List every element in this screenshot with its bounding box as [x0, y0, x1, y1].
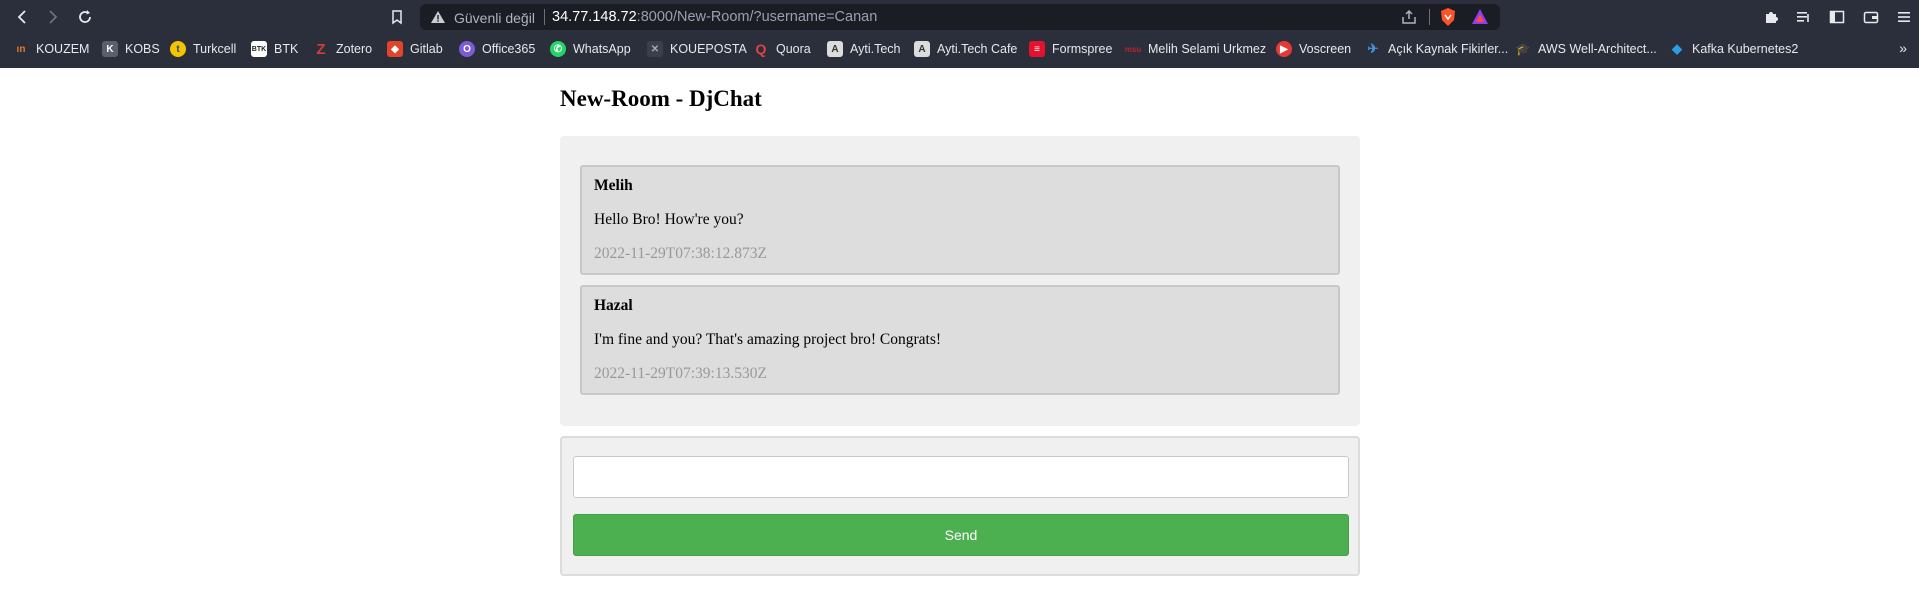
- message-input[interactable]: [573, 456, 1349, 498]
- wallet-button[interactable]: [1859, 5, 1883, 29]
- playlist-icon: [1797, 12, 1809, 22]
- message-author: Hazal: [594, 297, 633, 314]
- reading-list-button[interactable]: [1792, 5, 1816, 29]
- bookmark-voscreen[interactable]: ▶ Voscreen: [1276, 39, 1351, 59]
- message-author: Melih: [594, 177, 633, 194]
- message-text: Hello Bro! How're you?: [594, 211, 744, 228]
- url-host: 34.77.148.72: [552, 9, 637, 25]
- message-text: I'm fine and you? That's amazing project…: [594, 331, 942, 348]
- share-icon[interactable]: [1400, 8, 1418, 26]
- back-button[interactable]: [10, 5, 34, 29]
- bookmarks-overflow-button[interactable]: »: [1899, 40, 1907, 56]
- msu-icon: msu: [1124, 44, 1142, 54]
- bookmark-page-button[interactable]: [385, 5, 409, 29]
- bookmark-acik-kaynak[interactable]: ✈ Açık Kaynak Fikirler...: [1365, 39, 1509, 59]
- kouzem-icon: ın: [16, 43, 26, 55]
- bookmark-whatsapp[interactable]: ✆ WhatsApp: [550, 39, 631, 59]
- bookmark-aws[interactable]: 🎓 AWS Well-Architect...: [1515, 39, 1657, 59]
- hamburger-menu-icon: [1898, 12, 1910, 22]
- warning-icon: [431, 11, 445, 23]
- bookmark-gitlab[interactable]: ◆ Gitlab: [387, 39, 443, 59]
- reload-icon: [79, 10, 91, 23]
- bookmark-koueposta[interactable]: ✕ KOUEPOSTA: [647, 39, 747, 59]
- bookmark-aytitech-cafe[interactable]: A Ayti.Tech Cafe: [914, 39, 1017, 59]
- menu-button[interactable]: [1892, 5, 1916, 29]
- security-status: Güvenli değil: [454, 10, 535, 26]
- bookmark-aytitech[interactable]: A Ayti.Tech: [827, 39, 901, 59]
- chat-messages: Melih Hello Bro! How're you? 2022-11-29T…: [560, 136, 1360, 426]
- address-divider-2: [1429, 9, 1430, 25]
- message-item: Melih Hello Bro! How're you? 2022-11-29T…: [580, 165, 1340, 275]
- url-text: 34.77.148.72:8000/New-Room/?username=Can…: [552, 9, 877, 25]
- kafka-icon: ◆: [1672, 41, 1682, 56]
- bookmarks-bar: ın KOUZEM K KOBS t Turkcell BTK BTK Z Zotero …: [0, 36, 1919, 62]
- forward-button[interactable]: [41, 5, 65, 29]
- turkcell-icon: t: [170, 41, 186, 57]
- bookmark-zotero[interactable]: Z Zotero: [313, 39, 372, 59]
- send-button[interactable]: Send: [573, 514, 1349, 556]
- bookmark-kobs[interactable]: K KOBS: [102, 39, 160, 59]
- reload-button[interactable]: [73, 5, 97, 29]
- sidebar-icon: [1829, 10, 1845, 24]
- extensions-button[interactable]: [1759, 5, 1783, 29]
- aytitech-cafe-icon: A: [914, 41, 930, 57]
- message-form: Send: [560, 436, 1360, 576]
- aws-icon: 🎓: [1515, 42, 1531, 56]
- koueposta-icon: ✕: [647, 41, 663, 57]
- acik-kaynak-icon: ✈: [1367, 41, 1379, 56]
- bookmark-icon: [392, 10, 402, 25]
- bookmark-quora[interactable]: Q Quora: [753, 39, 811, 59]
- kobs-icon: K: [102, 41, 118, 57]
- back-icon: [17, 10, 26, 24]
- message-item: Hazal I'm fine and you? That's amazing p…: [580, 285, 1340, 395]
- gitlab-icon: ◆: [387, 41, 403, 57]
- bookmark-melih-selami-urkmez[interactable]: msu Melih Selami Urkmez: [1125, 39, 1266, 59]
- page-title: New-Room - DjChat: [560, 86, 762, 111]
- message-timestamp: 2022-11-29T07:39:13.530Z: [594, 365, 767, 382]
- address-divider: [544, 9, 545, 25]
- bookmark-office365[interactable]: O Office365: [459, 39, 535, 59]
- sidebar-button[interactable]: [1825, 5, 1849, 29]
- address-bar[interactable]: Güvenli değil 34.77.148.72:8000/New-Room…: [420, 4, 1500, 30]
- brave-rewards-icon[interactable]: [1470, 7, 1490, 27]
- btk-icon: BTK: [251, 41, 267, 57]
- bookmark-btk[interactable]: BTK BTK: [251, 39, 298, 59]
- zotero-icon: Z: [316, 40, 326, 58]
- browser-chrome: Güvenli değil 34.77.148.72:8000/New-Room…: [0, 0, 1919, 68]
- forward-icon: [49, 10, 58, 24]
- bookmark-turkcell[interactable]: t Turkcell: [170, 39, 236, 59]
- browser-toolbar: Güvenli değil 34.77.148.72:8000/New-Room…: [0, 0, 1919, 34]
- whatsapp-icon: ✆: [550, 41, 566, 57]
- aytitech-icon: A: [827, 41, 843, 57]
- brave-shields-icon[interactable]: [1438, 7, 1458, 27]
- bookmark-kouzem[interactable]: ın KOUZEM: [13, 39, 90, 59]
- bookmark-kafka-kubernetes2[interactable]: ◆ Kafka Kubernetes2: [1669, 39, 1798, 59]
- toolbar-right-icons: [1759, 5, 1919, 29]
- url-path: :8000/New-Room/?username=Canan: [636, 9, 878, 25]
- office365-icon: O: [459, 41, 475, 57]
- voscreen-icon: ▶: [1276, 41, 1292, 57]
- bookmark-formspree[interactable]: ≡ Formspree: [1029, 39, 1112, 59]
- page-content: New-Room - DjChat Melih Hello Bro! How'r…: [0, 68, 1919, 614]
- formspree-icon: ≡: [1029, 41, 1045, 57]
- message-timestamp: 2022-11-29T07:38:12.873Z: [594, 245, 767, 262]
- puzzle-icon: [1766, 12, 1778, 23]
- quora-icon: Q: [755, 41, 767, 57]
- wallet-icon: [1863, 11, 1879, 24]
